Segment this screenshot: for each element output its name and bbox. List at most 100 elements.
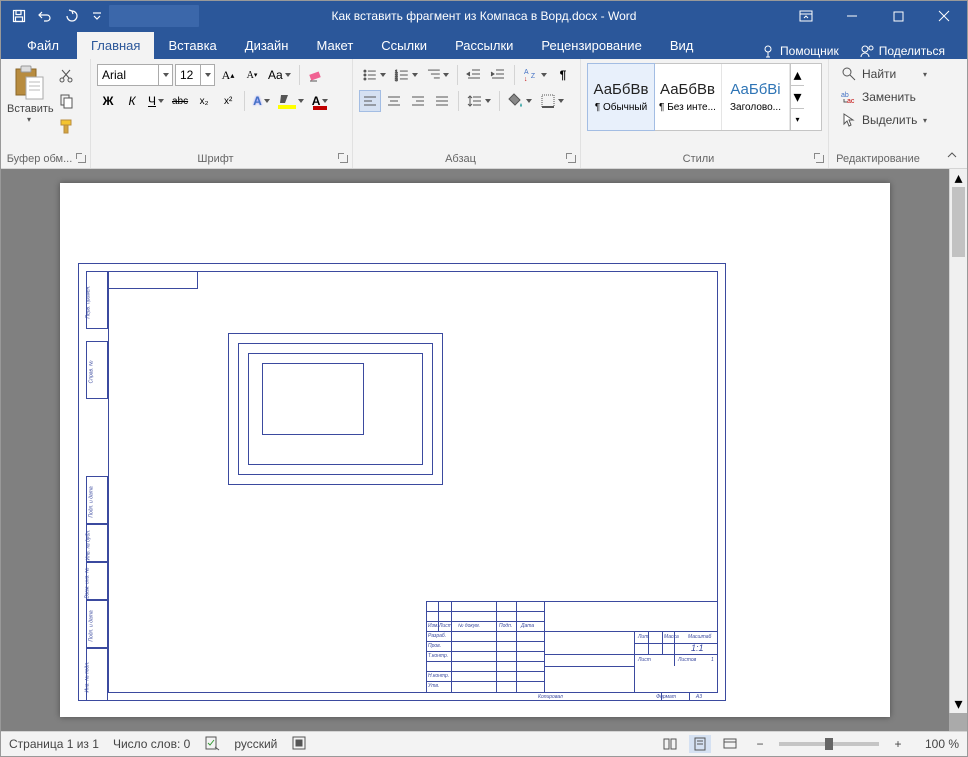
ribbon-options-button[interactable] [783,1,829,31]
tab-layout[interactable]: Макет [302,32,367,59]
align-right-button[interactable] [407,90,429,112]
share-label: Поделиться [879,44,945,58]
stamp-label: Разраб. [428,633,446,639]
footer-label: Формат [656,694,676,700]
bold-button[interactable]: Ж [97,90,119,112]
borders-button[interactable] [537,90,567,112]
qat-customize-button[interactable] [85,4,109,28]
user-account[interactable] [109,5,199,27]
group-styles: АаБбВв ¶ Обычный АаБбВв ¶ Без инте... Аа… [581,59,829,168]
grow-font-button[interactable]: A▴ [217,64,239,86]
tab-home[interactable]: Главная [77,32,154,59]
stamp-label: Масштаб [688,634,711,640]
change-case-button[interactable]: Aa [265,64,294,86]
tab-view[interactable]: Вид [656,32,708,59]
maximize-button[interactable] [875,1,921,31]
sort-button[interactable]: A↓Z [520,64,550,86]
styles-up[interactable]: ▴ [791,64,804,86]
status-page[interactable]: Страница 1 из 1 [9,737,99,751]
scroll-up[interactable]: ▴ [950,169,967,187]
paste-button[interactable]: Вставить ▾ [7,63,51,143]
undo-button[interactable] [33,4,57,28]
select-button[interactable]: Выделить▾ [835,109,933,131]
save-button[interactable] [7,4,31,28]
page: Перв. примен. Справ. № Подп. и дата Инв.… [60,183,890,717]
zoom-out-button[interactable]: − [749,735,771,753]
collapse-ribbon-button[interactable] [945,148,961,164]
zoom-slider[interactable] [779,742,879,746]
group-editing: Найти▾ abacЗаменить Выделить▾ Редактиров… [829,59,939,168]
style-name: Заголово... [730,102,781,113]
status-macro-icon[interactable] [291,735,307,754]
vertical-scrollbar[interactable]: ▴ ▾ [949,169,967,713]
document-background[interactable]: Перв. примен. Справ. № Подп. и дата Инв.… [1,169,949,731]
show-marks-button[interactable]: ¶ [552,64,574,86]
text-effects-button[interactable]: A [250,90,273,112]
decrease-indent-button[interactable] [463,64,485,86]
zoom-level[interactable]: 100 % [917,737,959,751]
redo-button[interactable] [59,4,83,28]
paragraph-launcher[interactable] [565,152,577,164]
bullets-button[interactable] [359,64,389,86]
tab-file[interactable]: Файл [9,32,77,59]
cut-button[interactable] [55,65,77,87]
scroll-down[interactable]: ▾ [950,695,967,713]
align-left-button[interactable] [359,90,381,112]
find-button[interactable]: Найти▾ [835,63,933,85]
shrink-font-button[interactable]: A▾ [241,64,263,86]
footer-label: A3 [696,694,702,700]
underline-button[interactable]: Ч [145,90,167,112]
tell-me-label: Помощник [780,44,839,58]
scroll-thumb[interactable] [952,187,965,257]
share-button[interactable]: Поделиться [849,43,955,59]
tab-references[interactable]: Ссылки [367,32,441,59]
tab-review[interactable]: Рецензирование [527,32,655,59]
close-button[interactable] [921,1,967,31]
font-color-button[interactable]: A [309,90,332,112]
highlight-button[interactable] [275,90,307,112]
clipboard-launcher[interactable] [75,152,87,164]
multilevel-list-button[interactable] [423,64,453,86]
superscript-button[interactable]: x² [217,90,239,112]
group-font-label: Шрифт [91,151,340,166]
strikethrough-button[interactable]: abc [169,90,191,112]
view-read-mode[interactable] [659,735,681,753]
style-normal[interactable]: АаБбВв ¶ Обычный [587,63,655,131]
font-size-select[interactable]: 12 [175,64,215,86]
align-center-button[interactable] [383,90,405,112]
view-print-layout[interactable] [689,735,711,753]
font-launcher[interactable] [337,152,349,164]
status-words[interactable]: Число слов: 0 [113,737,190,751]
replace-button[interactable]: abacЗаменить [835,86,933,108]
minimize-button[interactable] [829,1,875,31]
styles-more[interactable]: ▾ [791,109,804,130]
numbering-button[interactable]: 123 [391,64,421,86]
style-heading1[interactable]: АаБбВі Заголово... [722,64,790,130]
group-paragraph: 123 A↓Z ¶ Абзац [353,59,581,168]
style-no-spacing[interactable]: АаБбВв ¶ Без инте... [654,64,722,130]
side-label: Подп. и дата [89,486,95,517]
styles-launcher[interactable] [813,152,825,164]
font-name-select[interactable]: Arial [97,64,173,86]
view-web-layout[interactable] [719,735,741,753]
format-painter-button[interactable] [55,115,77,137]
increase-indent-button[interactable] [487,64,509,86]
status-proofing-icon[interactable] [204,735,220,754]
justify-button[interactable] [431,90,453,112]
copy-button[interactable] [55,90,77,112]
subscript-button[interactable]: x₂ [193,90,215,112]
italic-button[interactable]: К [121,90,143,112]
embedded-drawing[interactable]: Перв. примен. Справ. № Подп. и дата Инв.… [78,263,726,701]
line-spacing-button[interactable] [464,90,494,112]
stamp-label: Пров. [428,643,441,649]
tab-design[interactable]: Дизайн [231,32,303,59]
zoom-in-button[interactable]: + [887,735,909,753]
clear-formatting-button[interactable] [305,64,327,86]
shading-button[interactable] [505,90,535,112]
tab-insert[interactable]: Вставка [154,32,230,59]
status-language[interactable]: русский [234,737,277,751]
tell-me[interactable]: Помощник [750,43,849,59]
styles-down[interactable]: ▾ [791,86,804,108]
side-label: Взам. инв. № [84,568,90,599]
tab-mailings[interactable]: Рассылки [441,32,527,59]
